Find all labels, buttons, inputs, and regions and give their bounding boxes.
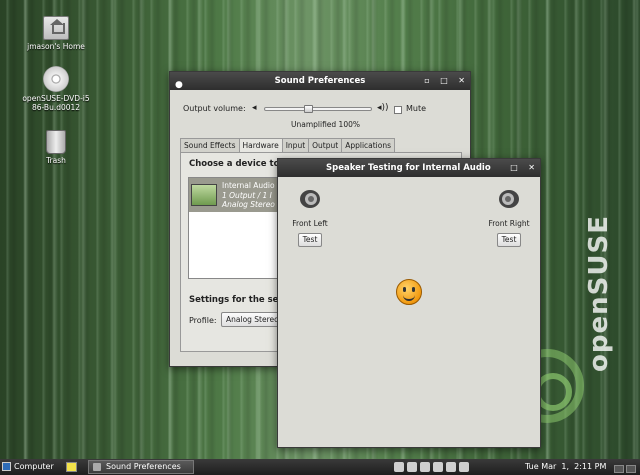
- tab-applications[interactable]: Applications: [341, 138, 396, 152]
- device-name: Internal Audio: [222, 181, 275, 190]
- speaker-label: Front Right: [488, 219, 530, 228]
- mute-checkbox[interactable]: [394, 106, 402, 114]
- taskbar-item-label: Sound Preferences: [106, 462, 181, 471]
- tab-hardware[interactable]: Hardware: [238, 138, 283, 153]
- tab-sound-effects[interactable]: Sound Effects: [180, 138, 240, 152]
- output-volume-label: Output volume:: [183, 104, 246, 113]
- system-tray: [394, 462, 472, 475]
- settings-label: Settings for the se: [189, 295, 279, 305]
- bluetooth-icon[interactable]: [433, 462, 443, 472]
- window-menu-icon[interactable]: ●: [175, 76, 183, 94]
- device-profile: Analog Stereo: [222, 200, 275, 209]
- volume-slider[interactable]: [264, 105, 372, 113]
- tab-input[interactable]: Input: [281, 138, 310, 152]
- desktop-icon-home[interactable]: jmason's Home: [16, 16, 96, 51]
- update-icon[interactable]: [446, 462, 456, 472]
- minimize-icon[interactable]: ▫: [424, 76, 429, 85]
- profile-select[interactable]: Analog Stereo: [221, 312, 279, 327]
- volume-low-icon: ◂: [252, 103, 257, 113]
- desktop-icon-label: openSUSE-DVD-i586-Bu.d0012: [22, 94, 90, 112]
- window-titlebar[interactable]: ● Sound Preferences ▫ □ ✕: [170, 72, 470, 90]
- speaker-front-right: Front Right Test: [479, 189, 539, 247]
- window-title: Sound Preferences: [274, 76, 366, 86]
- mute-label: Mute: [406, 104, 427, 113]
- speaker-label: Front Left: [292, 219, 328, 228]
- test-front-left-button[interactable]: Test: [297, 233, 323, 247]
- volume-slider-thumb[interactable]: [304, 105, 313, 113]
- home-folder-icon: [43, 16, 69, 40]
- speaker-front-left: Front Left Test: [280, 189, 340, 247]
- maximize-icon[interactable]: □: [440, 76, 448, 85]
- window-title: Speaker Testing for Internal Audio: [326, 163, 491, 173]
- speaker-icon: [300, 190, 320, 208]
- desktop-icon-label: jmason's Home: [27, 42, 85, 51]
- speaker-testing-window: Speaker Testing for Internal Audio □ ✕ F…: [277, 158, 541, 448]
- test-front-right-button[interactable]: Test: [496, 233, 522, 247]
- taskbar: Computer Sound Preferences Tue Mar 1, 2:…: [0, 459, 640, 475]
- disc-icon: [43, 66, 69, 92]
- computer-menu-label: Computer: [14, 462, 54, 471]
- workspace-1[interactable]: [614, 465, 624, 473]
- workspace-2[interactable]: [626, 465, 636, 473]
- sound-preferences-icon: [93, 463, 101, 471]
- device-list-item[interactable]: Internal Audio 1 Output / 1 I Analog Ste…: [189, 178, 282, 212]
- notes-launcher-icon[interactable]: [66, 462, 77, 472]
- preferences-tabs: Sound Effects Hardware Input Output Applicat…: [180, 138, 396, 153]
- tab-output[interactable]: Output: [308, 138, 343, 152]
- device-io: 1 Output / 1 I: [222, 190, 272, 200]
- desktop-icon-label: Trash: [46, 156, 66, 165]
- display-icon[interactable]: [407, 462, 417, 472]
- battery-icon[interactable]: [459, 462, 469, 472]
- trash-icon: [46, 130, 66, 154]
- workspace-switcher[interactable]: [612, 463, 636, 475]
- desktop-icon-dvd[interactable]: openSUSE-DVD-i586-Bu.d0012: [16, 66, 96, 112]
- brand-logo-text: openSUSE: [584, 215, 614, 372]
- desktop-icon-trash[interactable]: Trash: [16, 130, 96, 165]
- choose-device-label: Choose a device to: [189, 159, 280, 169]
- sound-card-icon: [191, 184, 217, 206]
- window-titlebar[interactable]: Speaker Testing for Internal Audio □ ✕: [278, 159, 540, 177]
- network-icon[interactable]: [394, 462, 404, 472]
- maximize-icon[interactable]: □: [510, 163, 518, 172]
- volume-icon[interactable]: [420, 462, 430, 472]
- profile-label: Profile:: [189, 316, 217, 325]
- listener-smiley-icon: [396, 279, 422, 305]
- volume-high-icon: ◂)): [377, 103, 389, 113]
- speaker-icon: [499, 190, 519, 208]
- device-list[interactable]: Internal Audio 1 Output / 1 I Analog Ste…: [188, 177, 283, 279]
- computer-menu-button[interactable]: Computer: [2, 459, 54, 475]
- volume-status: Unamplified 100%: [291, 120, 360, 129]
- clock[interactable]: Tue Mar 1, 2:11 PM: [525, 459, 606, 475]
- taskbar-item-sound-preferences[interactable]: Sound Preferences: [88, 460, 194, 474]
- close-icon[interactable]: ✕: [528, 163, 535, 172]
- close-icon[interactable]: ✕: [458, 76, 465, 85]
- computer-icon: [2, 462, 11, 471]
